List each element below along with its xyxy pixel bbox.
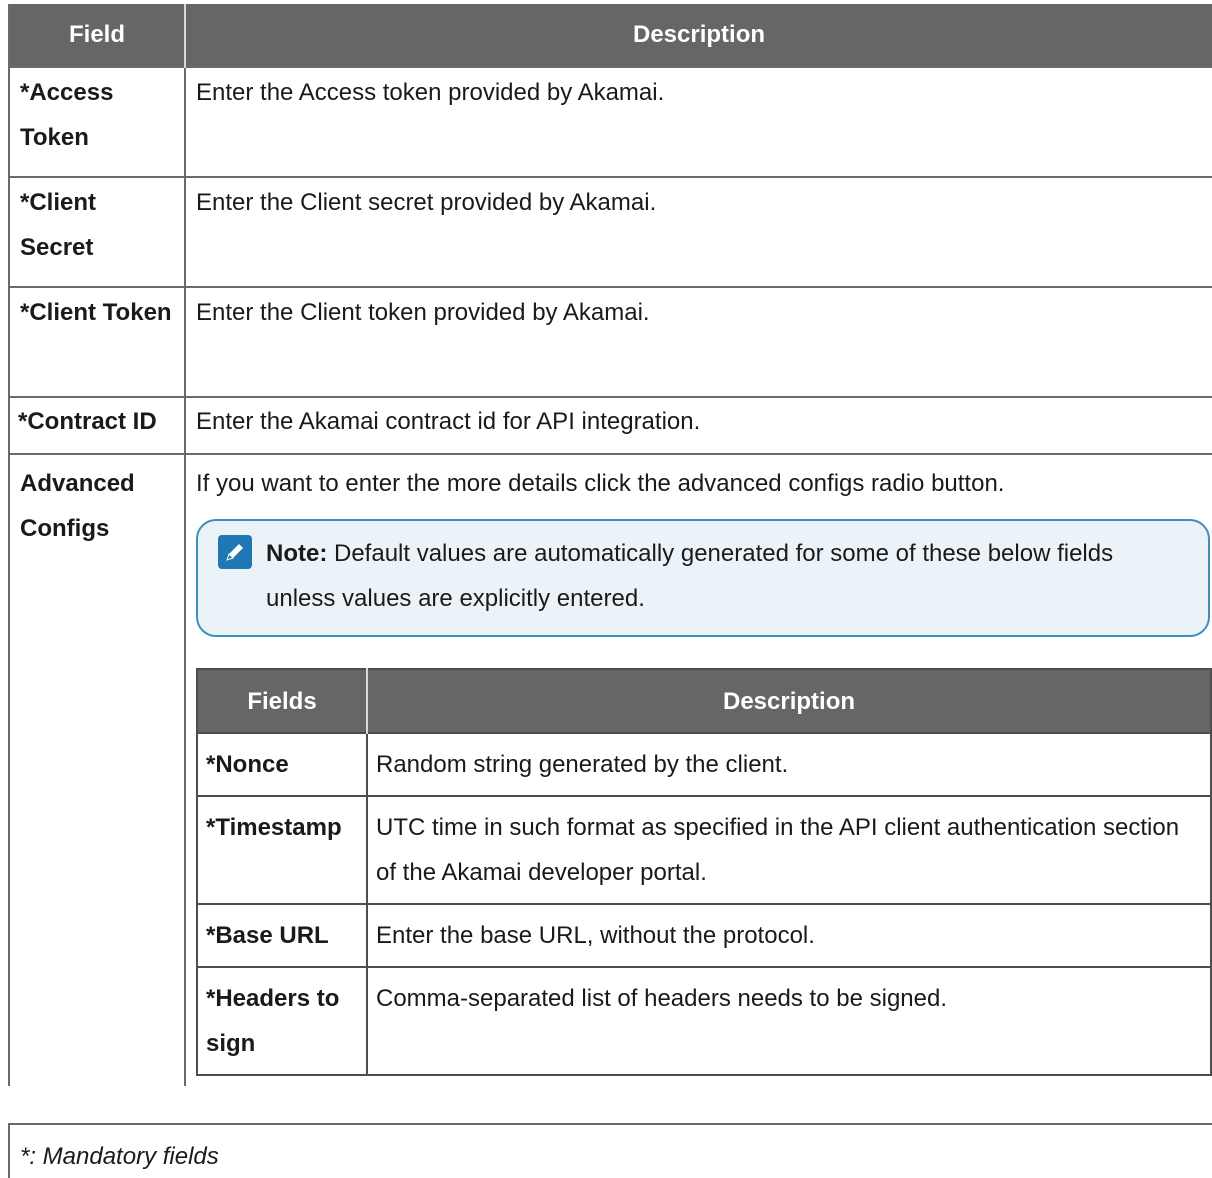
footer-text: *: Mandatory fields	[20, 1143, 219, 1170]
table-row: *Contract ID Enter the Akamai contract i…	[9, 396, 1212, 454]
field-name: *Client Secret	[9, 176, 186, 287]
inner-field-description: UTC time in such format as specified in …	[367, 795, 1211, 904]
field-description: If you want to enter the more details cl…	[196, 470, 1005, 497]
field-description: Enter the Client token provided by Akama…	[185, 286, 1212, 397]
inner-field-name: *Headers to sign	[197, 966, 368, 1075]
field-name: Advanced Configs	[9, 453, 186, 1086]
field-description-cell: If you want to enter the more details cl…	[185, 453, 1212, 1086]
field-description: Enter the Access token provided by Akama…	[185, 66, 1212, 177]
note-text: Note: Default values are automatically g…	[266, 531, 1188, 621]
inner-header-field: Fields	[197, 669, 368, 733]
table-footer: *: Mandatory fields	[8, 1123, 1212, 1178]
inner-field-name: *Base URL	[197, 903, 368, 967]
header-description: Description	[185, 4, 1212, 67]
field-name: *Contract ID	[9, 396, 186, 454]
table-row: *Client Token Enter the Client token pro…	[9, 286, 1212, 397]
inner-field-description: Comma-separated list of headers needs to…	[367, 966, 1211, 1075]
table-row: Advanced Configs If you want to enter th…	[9, 453, 1212, 1086]
table-row: *Timestamp UTC time in such format as sp…	[197, 795, 1211, 904]
table-row: *Access Token Enter the Access token pro…	[9, 66, 1212, 177]
header-field: Field	[9, 4, 186, 67]
note-label: Note:	[266, 540, 328, 567]
pencil-icon	[218, 535, 252, 569]
inner-header-row: Fields Description	[197, 669, 1211, 733]
inner-header-description: Description	[367, 669, 1211, 733]
inner-field-description: Enter the base URL, without the protocol…	[367, 903, 1211, 967]
table-row: *Headers to sign Comma-separated list of…	[197, 966, 1211, 1075]
fields-table: Field Description *Access Token Enter th…	[8, 4, 1212, 1086]
field-description: Enter the Akamai contract id for API int…	[185, 396, 1212, 454]
field-name: *Access Token	[9, 66, 186, 177]
inner-field-description: Random string generated by the client.	[367, 732, 1211, 796]
note-body: Default values are automatically generat…	[266, 540, 1114, 612]
note-box: Note: Default values are automatically g…	[196, 519, 1210, 637]
advanced-fields-table: Fields Description *Nonce Random string …	[196, 668, 1212, 1076]
table-row: *Nonce Random string generated by the cl…	[197, 732, 1211, 796]
table-row: *Base URL Enter the base URL, without th…	[197, 903, 1211, 967]
inner-field-name: *Timestamp	[197, 795, 368, 904]
field-description: Enter the Client secret provided by Akam…	[185, 176, 1212, 287]
field-name: *Client Token	[9, 286, 186, 397]
inner-field-name: *Nonce	[197, 732, 368, 796]
table-header-row: Field Description	[9, 4, 1212, 67]
table-row: *Client Secret Enter the Client secret p…	[9, 176, 1212, 287]
